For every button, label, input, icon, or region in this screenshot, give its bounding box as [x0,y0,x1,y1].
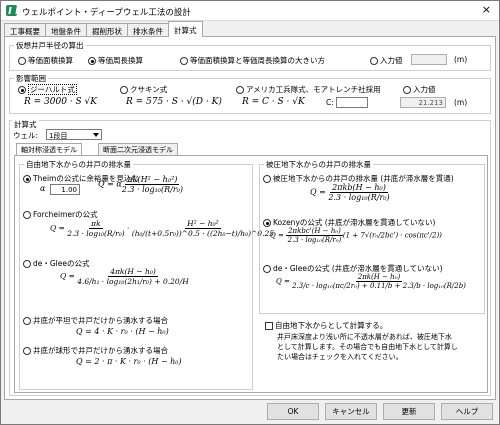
radius-opt-input[interactable]: 入力値 [370,55,403,66]
radio-label: ジーハルト式 [28,84,77,95]
alpha-label: α [40,184,46,193]
radio-icon [370,57,378,65]
update-button[interactable]: 更新 [383,403,435,420]
calc-group-title: 計算式 [12,119,39,130]
free-aquifer-group: 自由地下水からの井戸の排水量 Theimの公式に余裕量を見込む α 1.00 Q… [19,159,274,390]
tab-excavation[interactable]: 掘削形状 [86,23,128,37]
chevron-down-icon [93,133,99,137]
free-opt-hemi[interactable]: 井底が球形で井戸だけから湧水する場合 [23,345,168,356]
subtab-axisymmetric[interactable]: 軸対称浸透モデル [16,143,82,155]
alpha-input[interactable]: 1.00 [50,184,80,195]
formula-kozeny: Q = 2πkbc'(H − h₀) 2.3 · log₁₀(R/r₀) (1 + … [270,227,442,244]
help-button[interactable]: ヘルプ [441,403,493,420]
influence-unit: (m) [454,98,468,107]
formula-conf-degl: Q = 2πk(H − h₀) 2.3/c · log₁₀(πc/2r₀) + 0… [276,273,466,290]
formula-plane: Q = 4 · K · r₀ · (H − h₀) [76,327,169,336]
dialog-window: ウェルポイント・ディープウェル工法の設計 × 工事概要 地盤条件 掘削形状 排水… [0,0,500,425]
radius-group-title: 仮想井戸半径の算出 [14,40,86,51]
influence-group-title: 影響範囲 [14,73,48,84]
radio-label: Kozenyの公式 (井底が滞水層を貫通していない) [273,218,436,227]
influence-group: 影響範囲 ジーハルト式 クサキン式 アメリカ工兵隊式、モアトレンチ社採用 入力値… [9,73,491,114]
window-title: ウェルポイント・ディープウェル工法の設計 [22,8,191,18]
free-calc-checkbox[interactable]: 自由地下水からとして計算する。 [265,320,387,331]
radio-icon [180,57,188,65]
subtab-page: 自由地下水からの井戸の排水量 Theimの公式に余裕量を見込む α 1.00 Q… [14,155,488,393]
cancel-button[interactable]: キャンセル [325,403,377,420]
formula-conf-full: Q = 2πkb(H − h₀) 2.3 · log₁₀(R/r₀) [310,183,390,202]
radio-label: アメリカ工兵隊式、モアトレンチ社採用 [246,85,381,94]
radio-icon [403,86,411,94]
radius-input[interactable] [411,54,447,65]
tab-page: 仮想井戸半径の算出 等価面積換算 等価周長換算 等価面積換算と等価周長換算の大き… [4,36,496,400]
formula-army: R = C · S · √K [242,97,305,107]
radio-selected-icon [263,219,271,227]
radio-label: 井底が平坦で井戸だけから湧水する場合 [33,316,168,325]
radio-label: 井底が球形で井戸だけから湧水する場合 [33,346,168,355]
c-input[interactable] [336,97,368,108]
radio-label: クサキン式 [130,85,168,94]
checkbox-label: 自由地下水からとして計算する。 [275,321,388,330]
radio-label: 被圧地下水からの井戸の排水量 (井底が滞水層を貫通) [273,174,454,183]
checkbox-icon [265,322,273,330]
well-select[interactable]: 1段目 [46,129,102,140]
title-bar: ウェルポイント・ディープウェル工法の設計 × [1,1,499,21]
radio-icon [23,317,31,325]
influence-opt-sichardt[interactable]: ジーハルト式 [18,84,77,95]
formula-thiem: Q = α πk(H² − h₀²) 2.3 · log₁₀(R/r₀) [98,175,184,194]
radio-icon [23,211,31,219]
radius-unit: (m) [454,55,468,64]
radio-icon [23,260,31,268]
influence-opt-army[interactable]: アメリカ工兵隊式、モアトレンチ社採用 [236,84,381,95]
free-aquifer-title: 自由地下水からの井戸の排水量 [24,159,133,170]
close-icon[interactable]: × [482,4,491,15]
free-calc-note-3: たい場合はチェックを入れてください。 [277,353,403,361]
confined-aquifer-title: 被圧地下水からの井戸の排水量 [264,159,373,170]
radius-opt-perimeter[interactable]: 等価周長換算 [88,55,143,66]
formula-forch: Q = πk 2.3 · log₁₀(R/r₀) · H² − h₀² (h₀/(t… [50,219,275,238]
radio-selected-icon [23,175,31,183]
tab-overview[interactable]: 工事概要 [4,23,46,37]
subtab-section[interactable]: 断面二次元浸透モデル [98,143,178,155]
well-label: ウェル: [13,131,39,140]
influence-opt-input[interactable]: 入力値 [403,84,436,95]
tab-drainage[interactable]: 排水条件 [127,23,169,37]
tab-ground[interactable]: 地盤条件 [45,23,87,37]
radio-selected-icon [18,86,26,94]
radio-icon [263,265,271,273]
tab-formula[interactable]: 計算式 [168,21,203,37]
radio-label: 等価面積換算と等価周長換算の大きい方 [190,56,325,65]
radio-label: 入力値 [380,56,403,65]
influence-input[interactable]: 21.213 [400,97,446,108]
c-label: C: [326,98,334,107]
radio-label: Forcheimerの公式 [33,210,98,219]
radio-label: 等価面積換算 [28,56,73,65]
radio-label: 入力値 [413,85,436,94]
radius-opt-area[interactable]: 等価面積換算 [18,55,73,66]
radio-icon [18,57,26,65]
radio-label: 等価周長換算 [98,56,143,65]
radius-opt-max[interactable]: 等価面積換算と等価周長換算の大きい方 [180,55,325,66]
ok-button[interactable]: OK [267,403,319,420]
radio-icon [23,347,31,355]
radio-selected-icon [88,57,96,65]
radio-icon [263,175,271,183]
radio-label: de・Gleeの公式 (井底が滞水層を貫通していない) [273,264,443,273]
formula-kusakin: R = 575 · S · √(D · K) [126,97,222,107]
influence-opt-kusakin[interactable]: クサキン式 [120,84,167,95]
well-select-value: 1段目 [49,132,68,140]
tab-bar: 工事概要 地盤条件 掘削形状 排水条件 計算式 [4,21,203,37]
free-calc-note-1: 井戸床深度より浅い所に不透水層があれば、被圧地下水 [277,333,452,341]
radio-icon [120,86,128,94]
free-opt-plane[interactable]: 井底が平坦で井戸だけから湧水する場合 [23,315,168,326]
formula-hemi: Q = 2 · π · K · r₀ · (H − h₀) [76,357,182,366]
free-calc-note-2: として計算します。その場合でも自由地下水として計算し [277,343,458,351]
formula-sichardt: R = 3000 · S √K [24,97,98,107]
formula-degl: Q = 4πk(H − h₀) 4.6/h₁ · log₁₀(2h₁/r₀) + … [60,267,189,286]
calc-group: 計算式 ウェル: 1段目 軸対称浸透モデル 断面二次元浸透モデル 自由地下水から… [9,119,491,396]
radio-icon [236,86,244,94]
confined-aquifer-group: 被圧地下水からの井戸の排水量 被圧地下水からの井戸の排水量 (井底が滞水層を貫通… [259,159,485,314]
app-icon [6,5,17,16]
radius-group: 仮想井戸半径の算出 等価面積換算 等価周長換算 等価面積換算と等価周長換算の大き… [9,40,491,71]
